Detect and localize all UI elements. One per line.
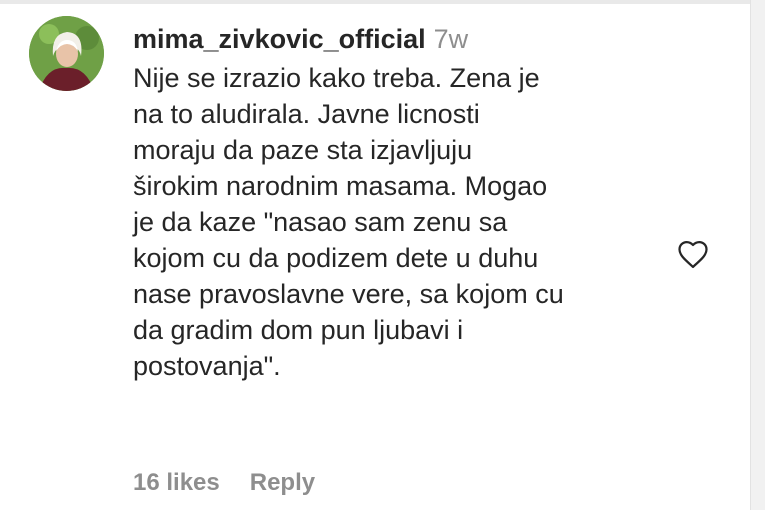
comment-line: da gradim dom pun ljubavi i (133, 315, 464, 345)
comment-text: Nije se izrazio kako treba. Zena je na t… (133, 60, 673, 384)
heart-outline-icon[interactable] (675, 236, 711, 272)
comment-line: širokim narodnim masama. Mogao (133, 171, 548, 201)
top-divider (0, 0, 765, 4)
comment-block: mima_zivkovic_official 7w Nije se izrazio… (133, 22, 673, 384)
comment-line: postovanja". (133, 351, 281, 381)
reply-button[interactable]: Reply (250, 467, 315, 499)
username-link[interactable]: mima_zivkovic_official (133, 24, 426, 54)
likes-count-button[interactable]: 16 likes (133, 467, 220, 499)
avatar[interactable] (29, 16, 104, 91)
scrollbar[interactable] (750, 0, 765, 510)
comment-line: nase pravoslavne vere, sa kojom cu (133, 279, 564, 309)
comment-line: kojom cu da podizem dete u duhu (133, 243, 539, 273)
comment-actions: 16 likes Reply (133, 467, 315, 499)
comment-line: je da kaze "nasao sam zenu sa (133, 207, 508, 237)
comment-header: mima_zivkovic_official 7w (133, 22, 673, 56)
comment-line: moraju da paze sta izjavljuju (133, 135, 473, 165)
comment-line: na to aludirala. Javne licnosti (133, 99, 480, 129)
timestamp[interactable]: 7w (434, 24, 469, 54)
comment-line: Nije se izrazio kako treba. Zena je (133, 63, 540, 93)
